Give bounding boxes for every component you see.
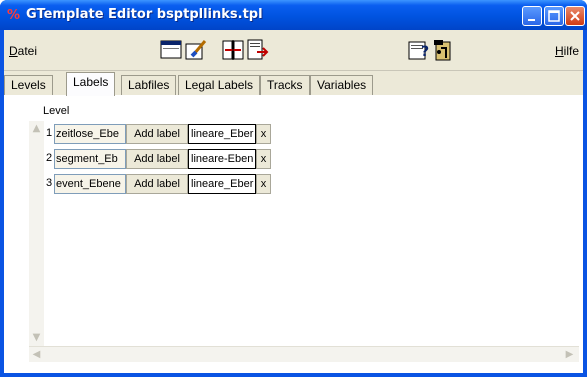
- remove-label-button[interactable]: x: [256, 149, 271, 169]
- column-header-level: Level: [43, 105, 70, 117]
- label-field[interactable]: lineare-Eben: [188, 149, 256, 169]
- add-label-button[interactable]: Add label: [126, 149, 188, 169]
- row-number: 1: [46, 127, 53, 139]
- exit-icon[interactable]: [431, 38, 455, 62]
- tab-levels[interactable]: Levels: [4, 75, 53, 95]
- menu-datei-hotkey: D: [9, 44, 18, 58]
- minimize-button[interactable]: [522, 6, 542, 26]
- menu-datei-label: atei: [17, 44, 38, 58]
- app-window: % GTemplate Editor bsptpllinks.tpl Datei: [0, 0, 587, 377]
- menu-hilfe-hotkey: H: [555, 44, 564, 58]
- label-field[interactable]: lineare_Eber: [188, 174, 256, 194]
- tab-labfiles[interactable]: Labfiles: [121, 75, 177, 95]
- label-field[interactable]: lineare_Eber: [188, 124, 256, 144]
- brush-icon[interactable]: [184, 38, 208, 62]
- help-icon[interactable]: ?: [407, 38, 431, 62]
- export-icon[interactable]: [245, 38, 269, 62]
- scroll-right-arrow-icon[interactable]: ▶: [562, 347, 577, 362]
- menu-bar: Datei ? Hilfe: [4, 30, 583, 71]
- red-logo-icon: %: [7, 8, 21, 23]
- row-number: 3: [46, 177, 53, 189]
- scroll-left-arrow-icon[interactable]: ◀: [29, 347, 44, 362]
- scroll-down-arrow-icon[interactable]: ▼: [29, 330, 44, 345]
- title-bar[interactable]: % GTemplate Editor bsptpllinks.tpl: [0, 0, 587, 30]
- row-number: 2: [46, 152, 53, 164]
- maximize-button[interactable]: [544, 6, 564, 26]
- tab-legal-labels[interactable]: Legal Labels: [178, 75, 261, 95]
- remove-label-button[interactable]: x: [256, 174, 271, 194]
- tab-labels[interactable]: Labels: [66, 72, 116, 96]
- window-title: GTemplate Editor bsptpllinks.tpl: [26, 7, 263, 22]
- tab-tracks[interactable]: Tracks: [260, 75, 310, 95]
- level-name-field[interactable]: segment_Eb: [54, 149, 126, 169]
- add-label-button[interactable]: Add label: [126, 124, 188, 144]
- tab-variables[interactable]: Variables: [310, 75, 374, 95]
- window-icon[interactable]: [159, 38, 183, 62]
- close-button[interactable]: [565, 6, 585, 26]
- scroll-up-arrow-icon[interactable]: ▲: [29, 121, 44, 136]
- menu-hilfe[interactable]: Hilfe: [555, 44, 579, 58]
- menu-hilfe-label: ilfe: [563, 44, 580, 58]
- level-name-field[interactable]: zeitlose_Ebe: [54, 124, 126, 144]
- svg-text:?: ?: [421, 44, 429, 60]
- level-name-field[interactable]: event_Ebene: [54, 174, 126, 194]
- add-label-button[interactable]: Add label: [126, 174, 188, 194]
- client-area: Datei ? Hilfe Levels Labels Labfiles Leg…: [4, 30, 583, 373]
- horizontal-scrollbar[interactable]: ◀ ▶: [29, 346, 579, 362]
- tab-bar: Levels Labels Labfiles Legal Labels Trac…: [4, 71, 583, 96]
- split-icon[interactable]: [221, 38, 245, 62]
- remove-label-button[interactable]: x: [256, 124, 271, 144]
- vertical-scrollbar[interactable]: ▲ ▼: [29, 121, 44, 361]
- menu-datei[interactable]: Datei: [9, 44, 37, 58]
- labels-panel: Level ▲ ▼ ◀ ▶ 1 zeitlose_Ebe Add label l…: [4, 95, 583, 373]
